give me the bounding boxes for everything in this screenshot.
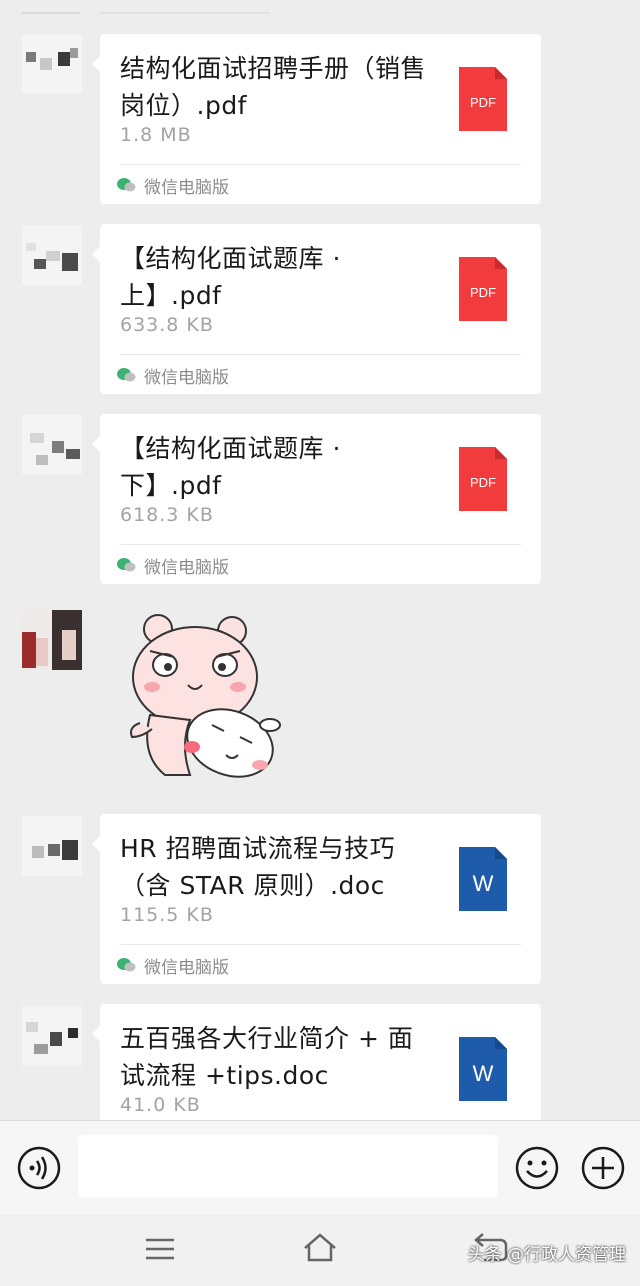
divider — [120, 944, 521, 945]
avatar[interactable] — [22, 1006, 82, 1066]
pdf-file-icon: PDF — [459, 257, 507, 321]
file-name: 【结构化面试题库 · 下】.pdf — [120, 434, 341, 500]
chat-area: 结构化面试招聘手册（销售岗位）.pdf 1.8 MB PDF 微信电脑版 【结构… — [0, 0, 640, 1120]
source-row: 微信电脑版 — [116, 172, 229, 198]
avatar[interactable] — [22, 34, 82, 94]
avatar[interactable] — [22, 415, 82, 475]
file-name: 五百强各大行业简介 + 面试流程 +tips.doc — [120, 1024, 414, 1090]
avatar[interactable] — [22, 225, 82, 285]
source-row: 微信电脑版 — [116, 362, 229, 388]
file-size: 115.5 KB — [120, 904, 214, 926]
file-type-label: PDF — [470, 95, 496, 110]
file-message[interactable]: 【结构化面试题库 · 下】.pdf 618.3 KB PDF 微信电脑版 — [92, 414, 541, 584]
wechat-icon — [117, 368, 136, 382]
source-row: 微信电脑版 — [116, 552, 229, 578]
file-type-label: PDF — [470, 285, 496, 300]
voice-icon[interactable] — [16, 1145, 62, 1191]
file-message[interactable]: 【结构化面试题库 · 上】.pdf 633.8 KB PDF 微信电脑版 — [92, 224, 541, 394]
wechat-icon — [117, 178, 136, 192]
watermark: 头条 @行政人资管理 — [467, 1245, 626, 1265]
previous-message-edge — [100, 0, 270, 14]
menu-icon[interactable] — [143, 1234, 177, 1264]
file-type-label: W — [473, 1061, 494, 1086]
avatar[interactable] — [22, 816, 82, 876]
file-size: 41.0 KB — [120, 1094, 201, 1116]
file-type-label: PDF — [470, 475, 496, 490]
file-size: 633.8 KB — [120, 314, 214, 336]
file-message[interactable]: HR 招聘面试流程与技巧（含 STAR 原则）.doc 115.5 KB W 微… — [92, 814, 541, 984]
file-name: 结构化面试招聘手册（销售岗位）.pdf — [120, 54, 427, 120]
emoji-icon[interactable] — [514, 1145, 560, 1191]
source-row: 微信电脑版 — [116, 952, 229, 978]
system-nav-bar: 头条 @行政人资管理 — [0, 1214, 640, 1286]
source-label: 微信电脑版 — [144, 957, 229, 978]
divider — [120, 164, 521, 165]
file-size: 1.8 MB — [120, 124, 192, 146]
input-bar — [0, 1120, 640, 1214]
bear-sticker[interactable] — [120, 605, 290, 785]
word-file-icon: W — [459, 1037, 507, 1101]
plus-icon[interactable] — [580, 1145, 626, 1191]
home-icon[interactable] — [300, 1230, 340, 1266]
avatar[interactable] — [22, 610, 82, 670]
divider — [120, 544, 521, 545]
file-type-label: W — [473, 871, 494, 896]
wechat-icon — [117, 958, 136, 972]
file-name: HR 招聘面试流程与技巧（含 STAR 原则）.doc — [120, 834, 396, 900]
word-file-icon: W — [459, 847, 507, 911]
source-label: 微信电脑版 — [144, 557, 229, 578]
file-size: 618.3 KB — [120, 504, 214, 526]
source-label: 微信电脑版 — [144, 177, 229, 198]
message-input[interactable] — [78, 1135, 498, 1197]
divider — [120, 354, 521, 355]
source-label: 微信电脑版 — [144, 367, 229, 388]
file-name: 【结构化面试题库 · 上】.pdf — [120, 244, 341, 310]
file-message[interactable]: 结构化面试招聘手册（销售岗位）.pdf 1.8 MB PDF 微信电脑版 — [92, 34, 541, 204]
file-message[interactable]: 五百强各大行业简介 + 面试流程 +tips.doc 41.0 KB W — [92, 1004, 541, 1120]
previous-avatar-edge — [22, 0, 80, 14]
wechat-icon — [117, 558, 136, 572]
pdf-file-icon: PDF — [459, 447, 507, 511]
pdf-file-icon: PDF — [459, 67, 507, 131]
